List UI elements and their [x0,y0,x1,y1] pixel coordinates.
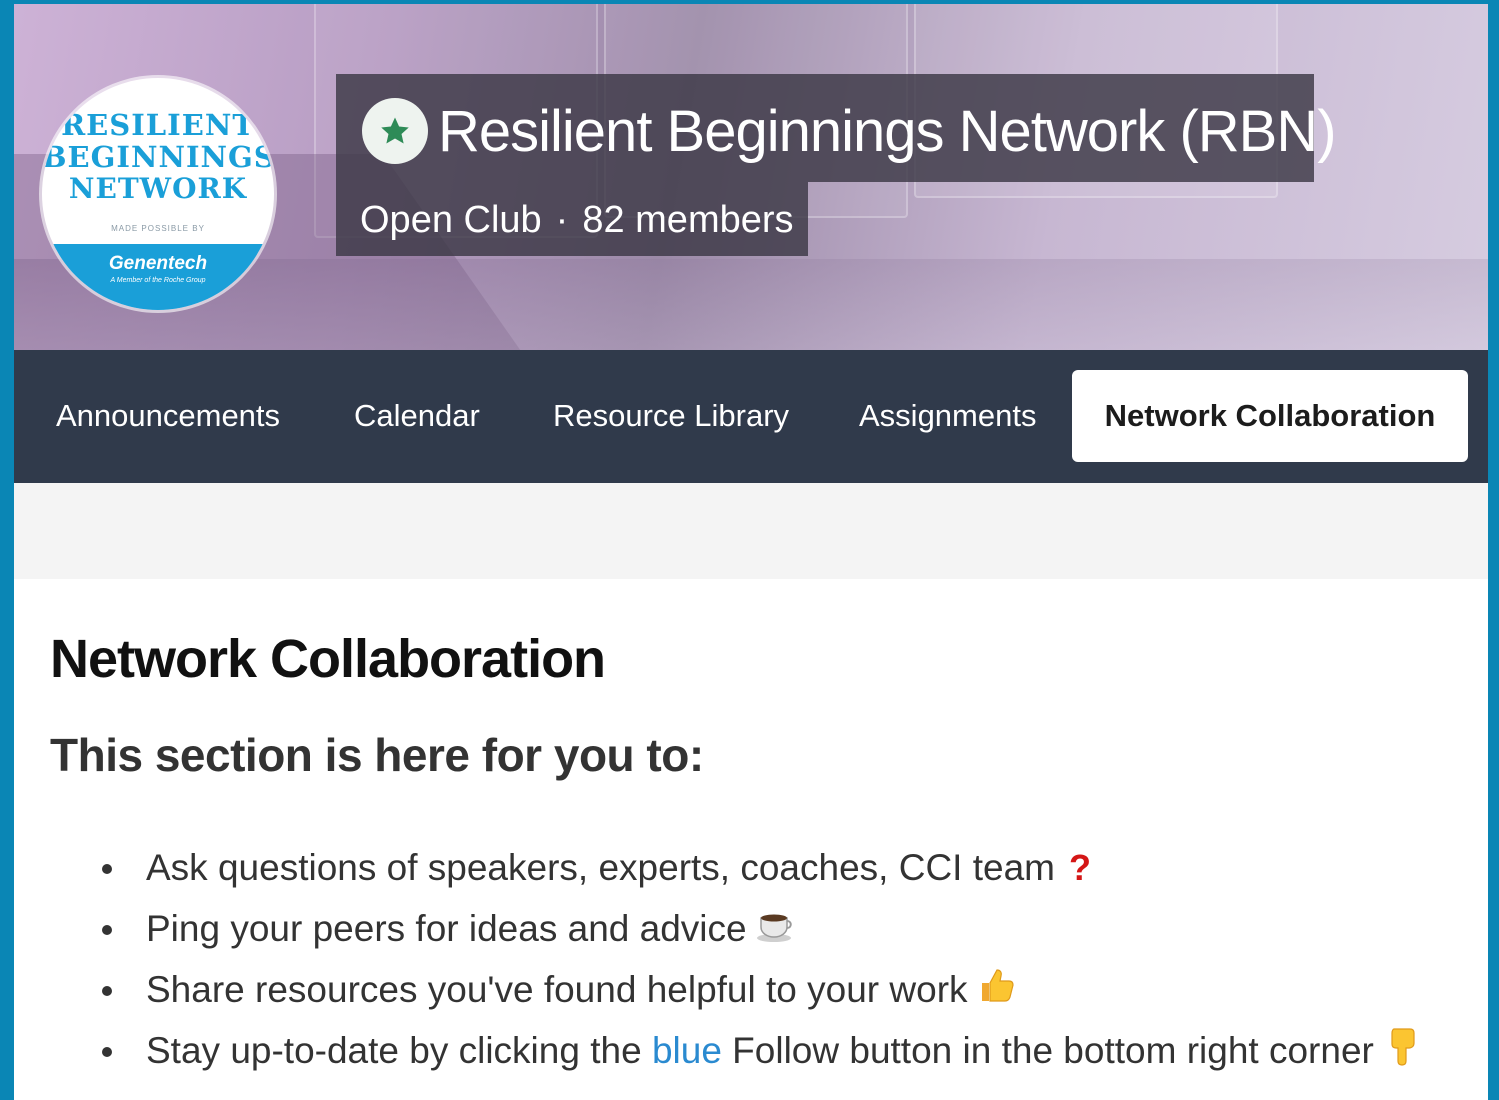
logo-text-line3: NETWORK [68,172,248,205]
logo-brand-tagline: A Member of the Roche Group [110,277,206,284]
content-spacer [14,483,1488,579]
list-item-text: Ask questions of speakers, experts, coac… [146,847,1091,888]
list-item: Stay up-to-date by clicking the blue Fol… [102,1025,1482,1086]
list-item-text: Share resources you've found helpful to … [146,964,1016,1019]
tab-announcements[interactable]: Announcements [56,370,280,462]
highlight-blue: blue [651,1030,722,1071]
bullet-dot [102,925,112,935]
logo-made-possible-by: MADE POSSIBLE BY [111,224,205,233]
club-banner: RESILIENT BEGINNINGS NETWORK MADE POSSIB… [14,4,1488,350]
list-item: Ping your peers for ideas and advice [102,903,1482,964]
club-logo: RESILIENT BEGINNINGS NETWORK MADE POSSIB… [42,78,274,310]
club-title: Resilient Beginnings Network (RBN) [438,99,1337,164]
list-item-text: Stay up-to-date by clicking the blue Fol… [146,1025,1418,1081]
meta-separator: · [555,199,569,241]
list-item-text: Ping your peers for ideas and advice [146,903,795,957]
club-type: Open Club [360,199,542,241]
star-icon [362,98,428,164]
section-intro: This section is here for you to: [50,729,704,781]
bullet-dot [102,986,112,996]
club-meta: Open Club · 82 members [360,192,794,248]
pointing-down-icon [1388,1025,1418,1081]
page-title: Network Collaboration [50,629,606,689]
list-item: Ask questions of speakers, experts, coac… [102,842,1482,903]
tab-network-collaboration[interactable]: Network Collaboration [1072,370,1468,462]
question-mark-icon: ? [1068,847,1091,888]
coffee-icon [755,905,795,957]
tab-calendar[interactable]: Calendar [354,370,480,462]
bullet-list: Ask questions of speakers, experts, coac… [102,842,1482,1086]
page-frame: RESILIENT BEGINNINGS NETWORK MADE POSSIB… [14,4,1488,1100]
tab-assignments[interactable]: Assignments [859,370,1036,462]
member-count[interactable]: 82 members [582,199,793,241]
list-item: Share resources you've found helpful to … [102,964,1482,1025]
bullet-dot [102,864,112,874]
logo-text-line2: BEGINNINGS [42,140,274,174]
tab-resource-library[interactable]: Resource Library [553,370,789,462]
bullet-dot [102,1047,112,1057]
logo-brand-name: Genentech [108,253,208,274]
thumbs-up-icon [976,965,1016,1019]
logo-text-line1: RESILIENT [61,108,255,142]
